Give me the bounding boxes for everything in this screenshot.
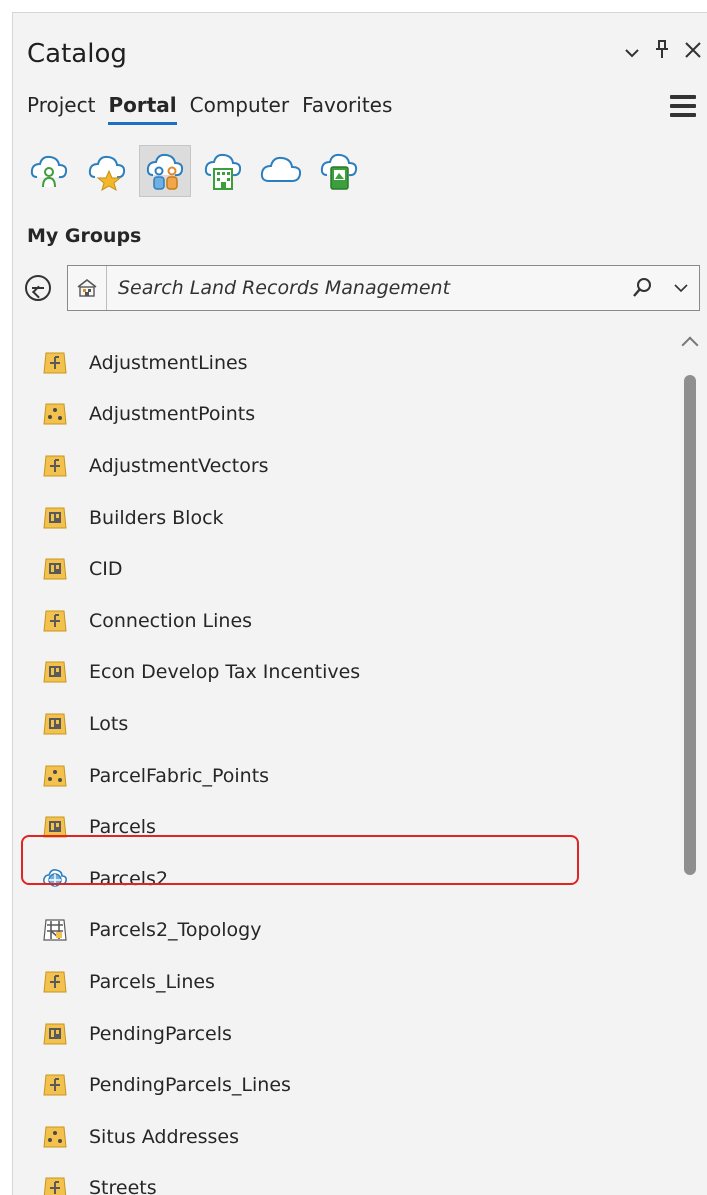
polygon-layer-icon [43, 815, 67, 839]
my-favorites-icon[interactable] [81, 145, 133, 197]
line-layer-icon [43, 970, 67, 994]
group-content-list: AdjustmentLines AdjustmentPoints Adjustmen… [13, 337, 678, 1195]
pane-options-chevron-icon[interactable] [624, 40, 640, 64]
list-item-parcels2-topology[interactable]: Parcels2_Topology [13, 905, 678, 957]
pane-controls [624, 39, 702, 64]
service-icon [43, 867, 67, 891]
line-layer-icon [43, 351, 67, 375]
list-item-parcels-lines[interactable]: Parcels_Lines [13, 956, 678, 1008]
list-item-label: Builders Block [89, 507, 224, 529]
list-item-label: Connection Lines [89, 610, 252, 632]
point-layer-icon [43, 764, 67, 788]
list-item-adjustmentlines[interactable]: AdjustmentLines [13, 337, 678, 389]
tab-portal[interactable]: Portal [108, 93, 176, 123]
home-icon[interactable] [68, 266, 107, 310]
list-item-parcels2[interactable]: Parcels2 [13, 853, 678, 905]
search-row [25, 265, 700, 313]
point-layer-icon [43, 1125, 67, 1149]
polygon-layer-icon [43, 506, 67, 530]
list-item-econ-develop-tax-incentives[interactable]: Econ Develop Tax Incentives [13, 647, 678, 699]
list-item-adjustmentvectors[interactable]: AdjustmentVectors [13, 440, 678, 492]
my-content-icon[interactable] [23, 145, 75, 197]
list-item-label: Situs Addresses [89, 1126, 239, 1148]
topology-icon [43, 918, 67, 942]
scroll-thumb[interactable] [684, 375, 696, 875]
search-options-chevron-icon[interactable] [671, 280, 691, 296]
arcgis-online-icon[interactable] [255, 145, 307, 197]
list-item-streets[interactable]: Streets [13, 1163, 678, 1195]
polygon-layer-icon [43, 712, 67, 736]
list-item-label: AdjustmentPoints [89, 403, 255, 425]
list-item-label: Parcels2_Topology [89, 919, 261, 941]
search-icon[interactable] [631, 276, 655, 300]
list-item-builders-block[interactable]: Builders Block [13, 492, 678, 544]
list-item-label: Streets [89, 1177, 157, 1195]
line-layer-icon [43, 1073, 67, 1097]
scroll-up-chevron-icon[interactable] [682, 337, 699, 354]
tab-favorites[interactable]: Favorites [302, 93, 392, 123]
list-item-label: Econ Develop Tax Incentives [89, 661, 360, 683]
polygon-layer-icon [43, 557, 67, 581]
line-layer-icon [43, 609, 67, 633]
list-item-parcels[interactable]: Parcels [13, 801, 678, 853]
pane-title: Catalog [27, 39, 127, 69]
section-title: My Groups [27, 225, 141, 247]
polygon-layer-icon [43, 1022, 67, 1046]
line-layer-icon [43, 454, 67, 478]
search-input[interactable] [118, 266, 619, 310]
list-item-label: Parcels_Lines [89, 971, 215, 993]
list-item-pendingparcels[interactable]: PendingParcels [13, 1008, 678, 1060]
list-item-lots[interactable]: Lots [13, 698, 678, 750]
list-item-label: AdjustmentLines [89, 352, 248, 374]
list-item-parcelfabric-points[interactable]: ParcelFabric_Points [13, 750, 678, 802]
line-layer-icon [43, 1176, 67, 1195]
tab-computer[interactable]: Computer [190, 93, 289, 123]
list-item-cid[interactable]: CID [13, 543, 678, 595]
tab-project[interactable]: Project [27, 93, 95, 123]
list-item-label: Parcels2 [89, 868, 168, 890]
my-groups-icon[interactable] [139, 145, 191, 197]
catalog-tabs: Project Portal Computer Favorites [27, 93, 405, 123]
list-item-situs-addresses[interactable]: Situs Addresses [13, 1111, 678, 1163]
point-layer-icon [43, 402, 67, 426]
list-item-label: Lots [89, 713, 128, 735]
living-atlas-icon[interactable] [313, 145, 365, 197]
list-item-adjustmentpoints[interactable]: AdjustmentPoints [13, 389, 678, 441]
search-box [67, 265, 700, 311]
list-item-pendingparcels-lines[interactable]: PendingParcels_Lines [13, 1059, 678, 1111]
list-item-label: CID [89, 558, 123, 580]
portal-view-toolbar [23, 145, 365, 197]
list-item-label: ParcelFabric_Points [89, 765, 269, 787]
my-organization-icon[interactable] [197, 145, 249, 197]
close-icon[interactable] [684, 40, 702, 64]
list-item-label: PendingParcels_Lines [89, 1074, 291, 1096]
list-item-connection-lines[interactable]: Connection Lines [13, 595, 678, 647]
list-scrollbar[interactable] [680, 331, 700, 1195]
catalog-pane: Catalog Project Portal Computer Favorite… [12, 12, 707, 1195]
hamburger-menu-icon[interactable] [670, 95, 696, 122]
back-arrow-icon[interactable] [25, 275, 51, 301]
polygon-layer-icon [43, 660, 67, 684]
pane-titlebar: Catalog [13, 13, 707, 69]
list-item-label: AdjustmentVectors [89, 455, 269, 477]
list-item-label: Parcels [89, 816, 156, 838]
pin-icon[interactable] [654, 39, 670, 64]
list-item-label: PendingParcels [89, 1023, 232, 1045]
